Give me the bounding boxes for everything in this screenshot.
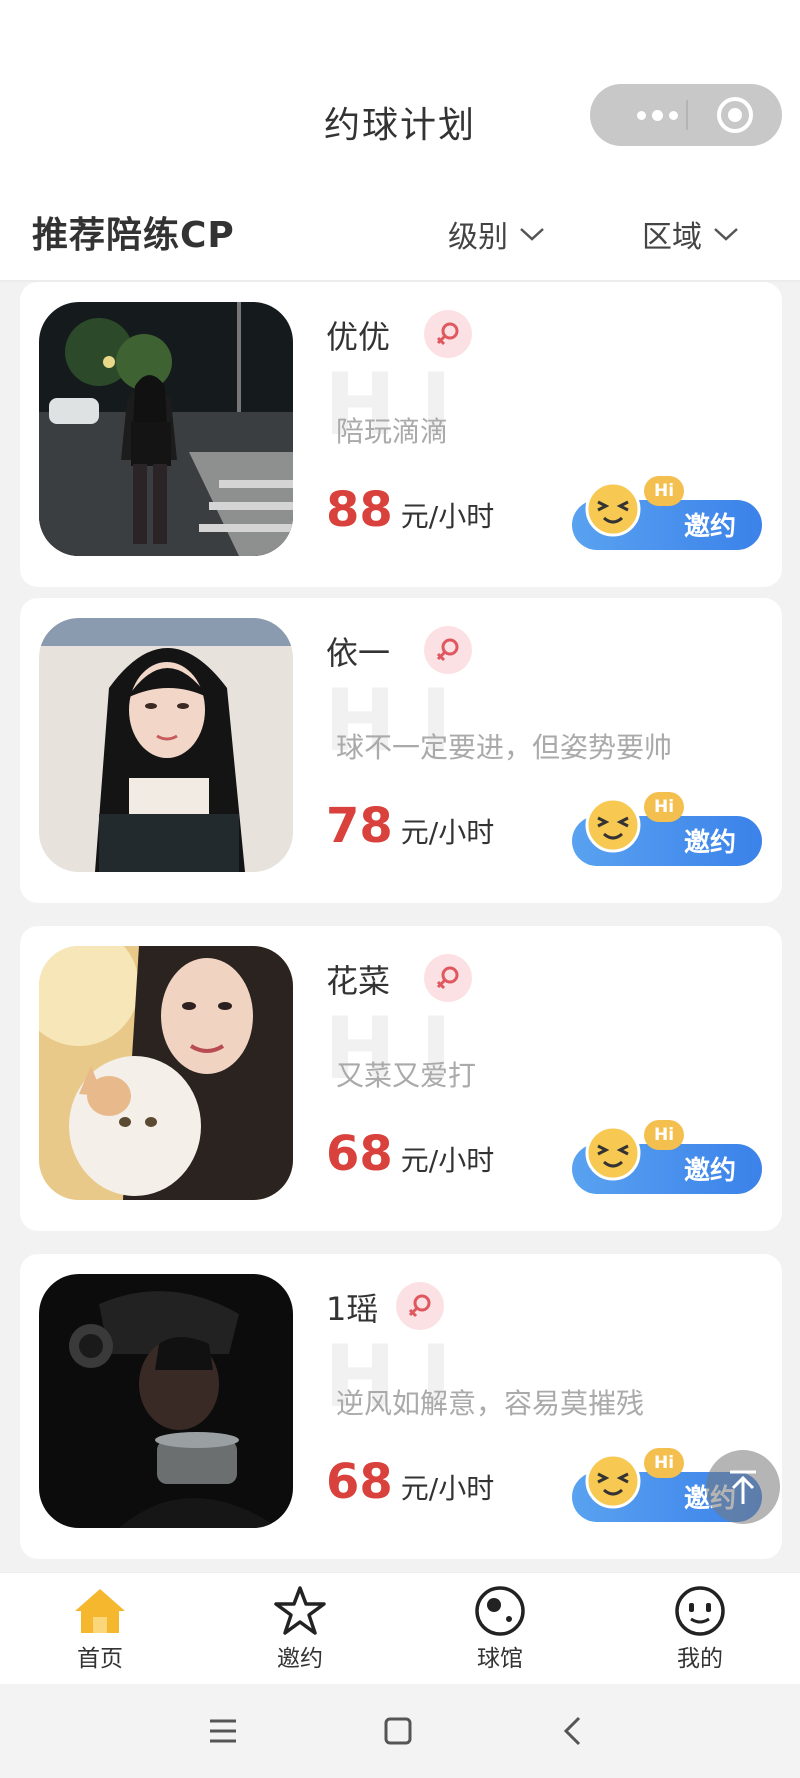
portrait-photo — [39, 618, 293, 872]
tab-home[interactable]: 首页 — [40, 1585, 160, 1681]
dark-portrait-photo — [39, 1274, 293, 1528]
chevron-left-icon — [563, 1716, 581, 1746]
tab-label: 首页 — [77, 1646, 123, 1672]
dot-icon — [668, 110, 678, 120]
hi-badge: Hi — [644, 1448, 684, 1478]
menu-icon — [210, 1719, 236, 1743]
capsule-divider — [686, 100, 688, 130]
player-card[interactable]: 1瑶 HI 逆风如解意，容易莫摧残 68 元/小时 Hi 邀约 — [20, 1254, 782, 1559]
player-motto: 陪玩滴滴 — [336, 415, 449, 448]
menu-button[interactable] — [198, 1706, 248, 1756]
player-photo[interactable] — [39, 1274, 293, 1528]
player-photo[interactable] — [39, 302, 293, 556]
tab-label: 球馆 — [477, 1646, 523, 1672]
emoji-face-icon — [585, 797, 641, 853]
level-filter-label: 级别 — [448, 220, 508, 255]
tab-label: 我的 — [677, 1646, 723, 1672]
price-unit: 元/小时 — [400, 1472, 495, 1505]
female-icon — [436, 638, 459, 662]
player-motto: 逆风如解意，容易莫摧残 — [336, 1387, 645, 1420]
home-button[interactable] — [373, 1706, 423, 1756]
player-motto: 又菜又爱打 — [336, 1059, 477, 1092]
level-filter[interactable]: 级别 — [448, 212, 546, 256]
female-icon — [436, 322, 459, 346]
target-icon — [717, 97, 753, 133]
chevron-down-icon — [714, 228, 738, 241]
player-photo[interactable] — [39, 618, 293, 872]
section-title: 推荐陪练CP — [32, 215, 235, 256]
arrow-up-icon — [730, 1470, 756, 1504]
tab-mine[interactable]: 我的 — [640, 1585, 760, 1681]
female-icon — [436, 966, 459, 990]
price: 68 元/小时 — [326, 1126, 494, 1182]
chevron-down-icon — [520, 228, 544, 241]
price-value: 68 — [326, 1454, 393, 1510]
invite-label: 邀约 — [683, 1156, 736, 1186]
price-value: 68 — [326, 1126, 393, 1182]
price: 88 元/小时 — [326, 482, 494, 538]
player-card[interactable]: 依一 HI 球不一定要进，但姿势要帅 78 元/小时 Hi 邀约 — [20, 598, 782, 903]
player-card[interactable]: 优优 HI 陪玩滴滴 88 元/小时 Hi 邀约 — [20, 282, 782, 587]
player-motto: 球不一定要进，但姿势要帅 — [336, 731, 673, 764]
invite-label: 邀约 — [683, 828, 736, 858]
emoji-face-icon — [585, 1125, 641, 1181]
back-to-top-button[interactable] — [706, 1450, 780, 1524]
square-icon — [384, 1717, 412, 1745]
hi-badge: Hi — [644, 1120, 684, 1150]
region-filter[interactable]: 区域 — [642, 212, 740, 256]
tab-bar: 首页 邀约 球馆 我的 — [0, 1572, 800, 1685]
gender-badge — [424, 626, 472, 674]
tab-invite[interactable]: 邀约 — [240, 1585, 360, 1681]
emoji-face-icon — [585, 481, 641, 537]
invite-label: 邀约 — [683, 512, 736, 542]
back-button[interactable] — [548, 1706, 598, 1756]
price-unit: 元/小时 — [400, 816, 495, 849]
price-value: 78 — [326, 798, 393, 854]
tab-venue[interactable]: 球馆 — [440, 1585, 560, 1681]
player-name: 依一 — [326, 634, 391, 672]
system-nav-bar — [0, 1684, 800, 1778]
price-value: 88 — [326, 482, 393, 538]
price: 68 元/小时 — [326, 1454, 494, 1510]
price: 78 元/小时 — [326, 798, 494, 854]
mini-program-capsule — [590, 84, 782, 146]
dot-icon — [636, 110, 646, 120]
player-photo[interactable] — [39, 946, 293, 1200]
gender-badge — [424, 310, 472, 358]
close-miniprogram-button[interactable] — [714, 94, 756, 136]
player-name: 花菜 — [326, 962, 391, 1000]
price-unit: 元/小时 — [400, 1144, 495, 1177]
gender-badge — [396, 1282, 444, 1330]
home-icon — [75, 1589, 125, 1633]
tab-label: 邀约 — [277, 1646, 323, 1672]
player-name: 优优 — [326, 318, 391, 356]
player-list[interactable]: 优优 HI 陪玩滴滴 88 元/小时 Hi 邀约 依一 HI 球不一定要进，但姿… — [0, 282, 800, 1572]
night-street-photo — [39, 302, 293, 556]
invite-button[interactable]: Hi 邀约 — [572, 1120, 762, 1194]
region-filter-label: 区域 — [642, 220, 702, 255]
star-icon — [274, 1586, 326, 1635]
female-icon — [408, 1294, 431, 1318]
player-name: 1瑶 — [326, 1290, 379, 1328]
ball-icon — [475, 1586, 525, 1636]
dot-icon — [651, 109, 663, 121]
smiley-icon — [675, 1586, 725, 1636]
cat-selfie-photo — [39, 946, 293, 1200]
emoji-face-icon — [585, 1453, 641, 1509]
invite-button[interactable]: Hi 邀约 — [572, 476, 762, 550]
hi-badge: Hi — [644, 792, 684, 822]
gender-badge — [424, 954, 472, 1002]
hi-badge: Hi — [644, 476, 684, 506]
player-card[interactable]: 花菜 HI 又菜又爱打 68 元/小时 Hi 邀约 — [20, 926, 782, 1231]
invite-button[interactable]: Hi 邀约 — [572, 792, 762, 866]
price-unit: 元/小时 — [400, 500, 495, 533]
